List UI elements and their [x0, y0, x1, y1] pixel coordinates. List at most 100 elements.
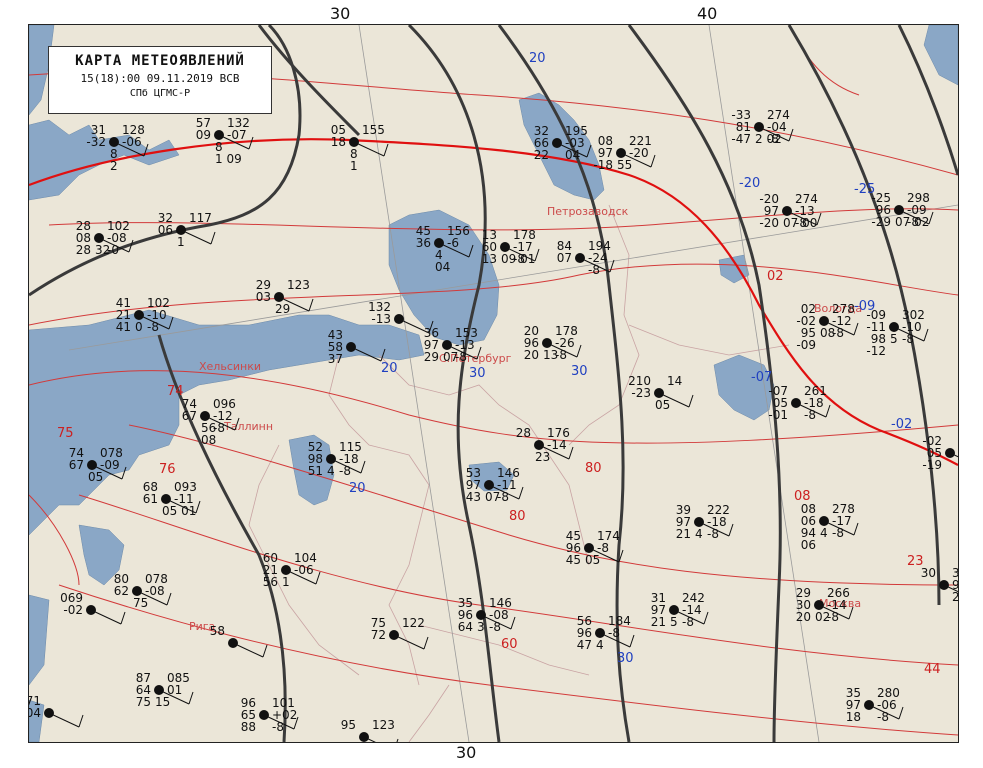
- wind-barb-tick: [688, 394, 694, 408]
- station-plot[interactable]: 8764750850115: [136, 671, 194, 709]
- station-plot[interactable]: 459645174-805: [566, 529, 624, 567]
- station-plot[interactable]: 319721242-14-85: [651, 591, 709, 629]
- isoline-label: 20: [349, 481, 366, 496]
- station-plot[interactable]: 210-231405: [628, 374, 694, 412]
- station-value: 18: [846, 710, 861, 724]
- station-value: 123: [372, 718, 395, 732]
- station-plot[interactable]: 08069406278-17-84: [801, 502, 859, 552]
- station-value: 36: [416, 236, 431, 250]
- station-plot[interactable]: 5709132-0781 09: [196, 116, 254, 166]
- longitude-label-top-30: 30: [330, 4, 351, 23]
- station-value: 55: [617, 158, 632, 172]
- station-plot[interactable]: 95 123: [341, 718, 399, 742]
- station-plot[interactable]: -3381-47274-04-82 02: [731, 108, 794, 146]
- station-value: 3: [477, 620, 485, 634]
- station-plot[interactable]: -0705-01261-18-8: [768, 384, 831, 422]
- station-plot[interactable]: 28 176-1423: [516, 426, 574, 464]
- weather-map[interactable]: Петрозаводск Хельсинки Таллинн С.Петербу…: [29, 25, 958, 742]
- station-value: 07: [485, 490, 500, 504]
- map-title: КАРТА МЕТЕОЯВЛЕНИЙ: [75, 53, 245, 69]
- station-plot[interactable]: 051815581: [331, 123, 389, 173]
- station-value: -6: [447, 236, 459, 250]
- isoline-label: -20: [739, 176, 760, 191]
- station-value: 04: [565, 148, 580, 162]
- coast-east: [923, 25, 958, 86]
- station-plot[interactable]: 0897-18221-2055: [593, 134, 656, 172]
- wind-barb-tick: [210, 231, 216, 245]
- wind-barb-tick: [703, 611, 709, 625]
- station-circle-icon: [176, 225, 186, 235]
- station-value: 13: [482, 252, 497, 266]
- station-circle-icon: [595, 628, 605, 638]
- station-circle-icon: [584, 543, 594, 553]
- station-circle-icon: [359, 732, 369, 742]
- station-circle-icon: [228, 638, 238, 648]
- station-plot[interactable]: 569647184-84: [577, 614, 635, 652]
- station-value: -12: [866, 344, 886, 358]
- station-value: -23: [631, 386, 651, 400]
- isoline-label: 60: [501, 637, 518, 652]
- station-value: 56: [263, 575, 278, 589]
- station-circle-icon: [819, 316, 829, 326]
- station-plot[interactable]: 280828102-08-032: [76, 219, 134, 257]
- station-plot[interactable]: -09-1198-12302-10-85: [866, 308, 929, 358]
- station-value: 07 00: [783, 216, 817, 230]
- station-plot[interactable]: -2097-20274-13-807 00: [759, 192, 822, 230]
- station-circle-icon: [281, 565, 291, 575]
- station-value: -8: [707, 527, 719, 541]
- wind-barb-tick: [166, 592, 172, 606]
- station-circle-icon: [86, 605, 96, 615]
- lake-onega: [518, 92, 605, 201]
- station-value: -8: [608, 626, 620, 640]
- wind-barb-tick: [510, 616, 516, 630]
- station-value: 32: [95, 243, 110, 257]
- station-plot[interactable]: 8407194-24-8: [557, 239, 615, 277]
- station-plot[interactable]: 399721222-18-84: [676, 503, 734, 541]
- station-circle-icon: [161, 494, 171, 504]
- station-plot[interactable]: 602156104-061: [263, 551, 321, 589]
- station-value: -19: [922, 458, 942, 472]
- station-circle-icon: [782, 206, 792, 216]
- station-value: 41: [116, 320, 131, 334]
- station-plot[interactable]: 529851115-18-84: [308, 440, 366, 478]
- wind-barb-tick: [853, 322, 859, 336]
- station-circle-icon: [889, 322, 899, 332]
- station-plot[interactable]: -0205-19309: [922, 434, 958, 472]
- station-value: 2: [110, 159, 118, 173]
- station-value: -8: [588, 263, 600, 277]
- station-plot[interactable]: -2596-29298-09-807 02: [871, 191, 934, 229]
- station-circle-icon: [552, 138, 562, 148]
- station-circle-icon: [814, 600, 824, 610]
- station-circle-icon: [44, 708, 54, 718]
- station-plot[interactable]: 8062078-0875: [114, 572, 172, 610]
- station-circle-icon: [791, 398, 801, 408]
- station-value: 29: [275, 302, 290, 316]
- station-value: 13: [543, 348, 558, 362]
- station-value: 1: [282, 575, 290, 589]
- station-plot[interactable]: 209620178-26-813: [524, 324, 582, 362]
- station-value: -8: [682, 615, 694, 629]
- station-plot[interactable]: 7572122: [371, 616, 429, 650]
- station-circle-icon: [349, 137, 359, 147]
- station-circle-icon: [389, 630, 399, 640]
- station-circle-icon: [214, 130, 224, 140]
- station-plot[interactable]: 58: [210, 624, 268, 658]
- station-value: 07: [557, 251, 572, 265]
- station-value: 37: [328, 352, 343, 366]
- station-value: 22: [534, 148, 549, 162]
- station-value: 15: [155, 695, 170, 709]
- station-plot[interactable]: 6861093-1105 01: [143, 480, 201, 518]
- station-value: 14: [667, 374, 682, 388]
- station-value: 4: [327, 464, 335, 478]
- station-plot[interactable]: 359718280-06-8: [846, 686, 904, 724]
- station-value: 4: [695, 527, 703, 541]
- station-value: 67: [69, 458, 84, 472]
- station-value: -8: [877, 710, 889, 724]
- station-plot[interactable]: 136013178-17-809 01: [482, 228, 540, 266]
- station-value: 09 01: [501, 252, 535, 266]
- station-circle-icon: [394, 314, 404, 324]
- station-value: 62: [114, 584, 129, 598]
- wind-barb-tick: [396, 738, 399, 742]
- station-plot[interactable]: 966588101+02-8: [241, 696, 299, 734]
- station-circle-icon: [326, 454, 336, 464]
